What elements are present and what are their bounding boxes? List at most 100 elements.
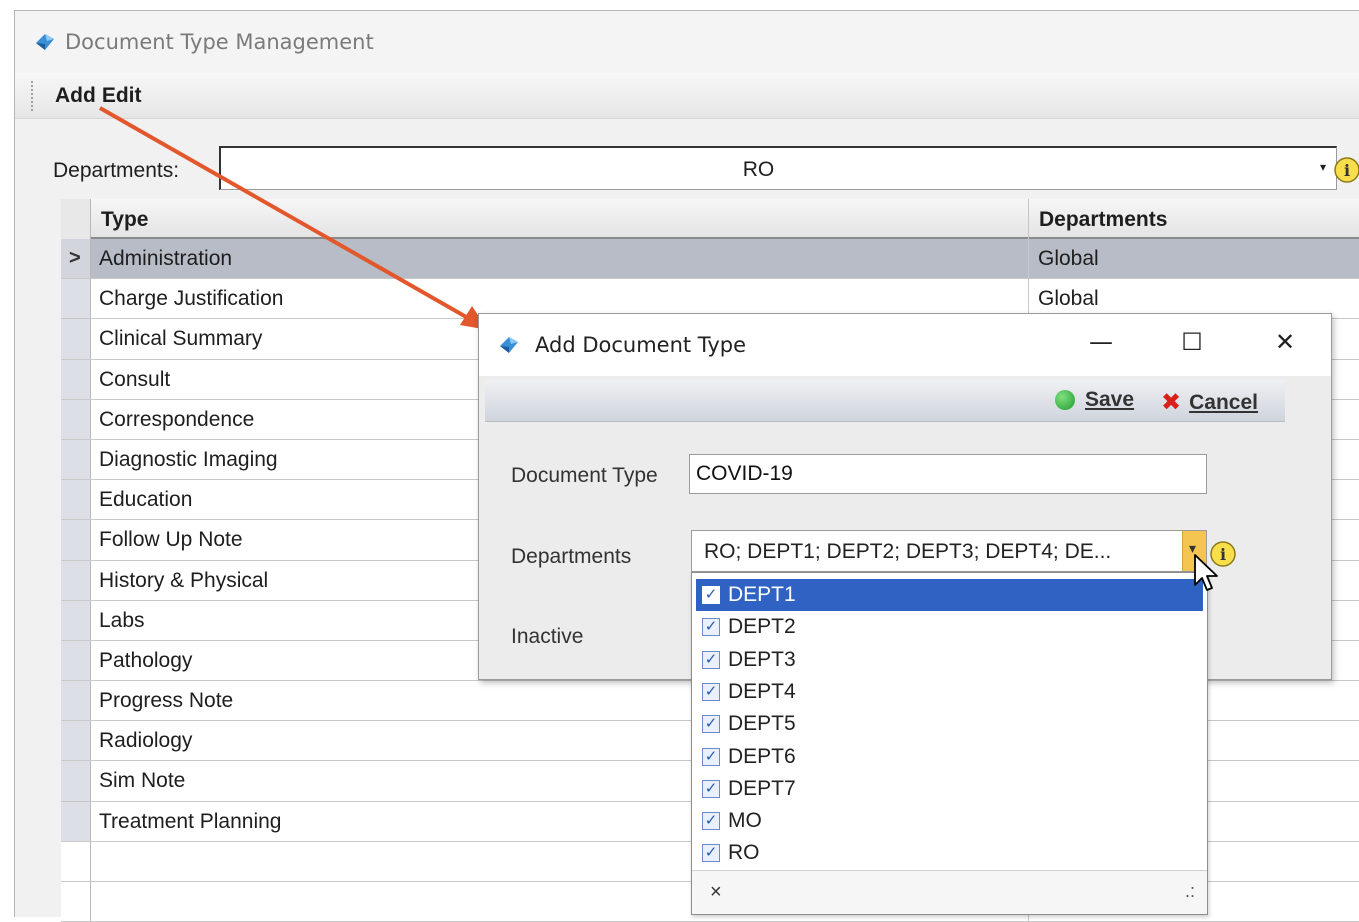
cancel-button[interactable]: ✖ Cancel [1161,388,1258,417]
minimize-button[interactable]: — [1071,328,1131,362]
chevron-down-icon[interactable]: ▾ [1320,160,1326,174]
cell-type: Administration [99,247,233,270]
menu-add[interactable]: Add [55,84,96,108]
departments-multiselect-value: RO; DEPT1; DEPT2; DEPT3; DEPT4; DE... [704,540,1112,563]
departments-dropdown-list: ✓ DEPT1 ✓ DEPT2 ✓ DEPT3 ✓ DEPT4 ✓ DEPT5 ✓ DEPT6 ✓ DEP… [691,572,1208,915]
departments-field-label: Departments [511,545,632,568]
dropdown-option-label: RO [728,841,760,865]
row-selector[interactable] [61,600,91,640]
cell-type: Follow Up Note [99,528,243,552]
checkbox[interactable]: ✓ [702,844,720,863]
grid-corner [61,199,91,239]
cell-type: Radiology [99,729,193,753]
row-selector[interactable] [61,721,91,761]
row-selector[interactable] [61,520,91,560]
cell-type: Clinical Summary [99,327,263,351]
dialog-title-bar[interactable]: Add Document Type — ☐ ✕ [479,314,1331,376]
inactive-label: Inactive [511,625,584,648]
checkbox[interactable]: ✓ [702,682,720,701]
row-selector[interactable] [61,439,91,480]
departments-filter: Departments: RO ▾ i [53,146,1359,196]
dropdown-option-label: DEPT2 [728,615,796,639]
row-selector[interactable] [61,560,91,600]
dropdown-option[interactable]: ✓ RO [696,837,1203,869]
svg-text:i: i [1344,161,1350,180]
app-icon [500,337,518,353]
cell-type: Treatment Planning [99,809,282,833]
cancel-icon: ✖ [1161,389,1182,416]
main-title: Document Type Management [65,30,374,54]
dropdown-option[interactable]: ✓ DEPT2 [696,611,1203,643]
dialog-title: Add Document Type [535,333,747,357]
dropdown-option-label: DEPT1 [728,583,796,606]
departments-label: Departments: [53,159,180,182]
maximize-button[interactable]: ☐ [1162,328,1222,362]
menu-edit[interactable]: Edit [102,84,142,108]
toolbar-grip[interactable] [31,80,35,111]
dropdown-footer: × .: [692,870,1207,914]
cell-type: Correspondence [99,407,255,431]
dropdown-option-label: DEPT5 [728,712,796,736]
dropdown-option-label: MO [728,809,762,833]
cell-type: Consult [99,367,171,391]
checkbox[interactable]: ✓ [702,779,720,798]
row-selector[interactable] [61,319,91,359]
cell-departments: Global [1038,287,1099,311]
cell-type: Progress Note [99,689,234,713]
dropdown-option-label: DEPT6 [728,744,796,768]
cancel-label: Cancel [1189,390,1258,414]
cell-type: Sim Note [99,769,186,793]
app-icon [36,34,54,50]
row-pointer-icon: > [69,247,81,269]
close-button[interactable]: ✕ [1255,328,1315,362]
dropdown-option[interactable]: ✓ DEPT5 [696,708,1203,740]
column-divider [1028,239,1029,279]
row-selector[interactable] [61,359,91,399]
row-selector[interactable] [61,761,91,801]
row-selector[interactable] [61,841,91,881]
info-icon[interactable]: i [1333,156,1359,184]
row-selector[interactable]: > [61,239,91,279]
departments-multiselect[interactable]: RO; DEPT1; DEPT2; DEPT3; DEPT4; DE... [691,530,1207,572]
column-header-departments[interactable]: Departments [1029,199,1359,239]
dropdown-option[interactable]: ✓ DEPT7 [696,773,1203,805]
checkbox[interactable]: ✓ [702,650,720,669]
cell-type: History & Physical [99,568,269,592]
dialog-toolbar: Save ✖ Cancel [485,380,1285,422]
row-selector[interactable] [61,681,91,721]
dropdown-option[interactable]: ✓ DEPT4 [696,676,1203,708]
dropdown-option-label: DEPT3 [728,647,796,671]
dropdown-option[interactable]: ✓ DEPT6 [696,741,1203,773]
row-selector[interactable] [61,279,91,319]
row-selector[interactable] [61,480,91,520]
dropdown-option[interactable]: ✓ DEPT1 [696,579,1203,611]
checkbox[interactable]: ✓ [702,747,720,766]
dropdown-option[interactable]: ✓ MO [696,805,1203,837]
departments-combo-value: RO [742,158,775,181]
save-label: Save [1085,388,1135,411]
departments-combo[interactable]: RO ▾ [219,146,1337,190]
checkbox[interactable]: ✓ [702,586,720,604]
cell-type: Labs [99,608,145,632]
row-selector[interactable] [61,399,91,439]
resize-grip-icon[interactable]: .: [1185,881,1195,902]
cell-departments: Global [1038,247,1099,270]
row-selector[interactable] [61,640,91,681]
checkbox[interactable]: ✓ [702,618,720,637]
save-button[interactable]: Save [1055,388,1134,412]
row-selector[interactable] [61,882,91,922]
document-type-input[interactable] [689,454,1207,494]
cell-type: Diagnostic Imaging [99,447,278,471]
cell-type: Charge Justification [99,287,284,311]
row-selector[interactable] [61,801,91,841]
checkbox[interactable]: ✓ [702,715,720,734]
dropdown-option-label: DEPT4 [728,679,796,703]
clear-selection-icon[interactable]: × [710,881,722,904]
table-row[interactable]: > Administration Global [61,239,1359,280]
checkbox[interactable]: ✓ [702,812,720,831]
mouse-cursor-icon [1194,554,1218,591]
document-type-label: Document Type [511,464,658,487]
dropdown-option[interactable]: ✓ DEPT3 [696,644,1203,676]
column-header-type[interactable]: Type [91,199,1029,239]
dropdown-option-label: DEPT7 [728,776,796,800]
